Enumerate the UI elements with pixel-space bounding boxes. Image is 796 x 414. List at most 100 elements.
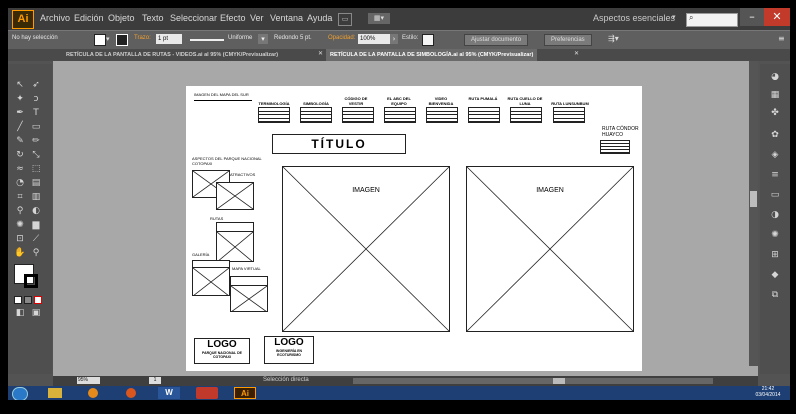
- rectangle-tool-icon[interactable]: ▭: [30, 122, 42, 132]
- graphic-styles-icon[interactable]: ◈: [769, 150, 781, 160]
- stroke-swatch[interactable]: [116, 34, 128, 46]
- type-tool-icon[interactable]: T: [30, 108, 42, 118]
- routes-image-placeholder[interactable]: [216, 222, 254, 262]
- fill-swatch[interactable]: [94, 34, 106, 46]
- layers-panel-icon[interactable]: ◆: [769, 270, 781, 280]
- nav-button-terminologia[interactable]: [258, 107, 290, 123]
- lasso-tool-icon[interactable]: ↄ: [30, 94, 42, 104]
- pen-tool-icon[interactable]: ✒: [14, 108, 26, 118]
- stroke-weight-field[interactable]: 1 pt: [156, 34, 182, 44]
- color-panel-icon[interactable]: ◕: [769, 72, 781, 82]
- eyedropper-tool-icon[interactable]: ⚲: [14, 206, 26, 216]
- close-icon[interactable]: ✕: [318, 50, 323, 57]
- screen-mode-icon[interactable]: ▣: [30, 308, 42, 318]
- preferences-button[interactable]: Preferencias: [544, 34, 592, 46]
- perspective-grid-icon[interactable]: ▤: [30, 178, 42, 188]
- minimize-icon[interactable]: –: [740, 8, 764, 26]
- main-image-placeholder-2[interactable]: IMAGEN: [466, 166, 634, 332]
- close-icon[interactable]: ✕: [574, 50, 579, 57]
- workspace-switcher[interactable]: Aspectos esenciales: [593, 13, 675, 23]
- shape-builder-icon[interactable]: ◔: [14, 178, 26, 188]
- style-swatch[interactable]: [422, 34, 434, 46]
- direct-selection-tool-icon[interactable]: ➶: [30, 80, 42, 90]
- blend-tool-icon[interactable]: ◐: [30, 206, 42, 216]
- scrollbar-thumb[interactable]: [750, 191, 757, 207]
- arrange-documents-icon[interactable]: ▦▾: [368, 13, 390, 24]
- gradient-mode-icon[interactable]: [24, 296, 32, 304]
- color-mode-icon[interactable]: [14, 296, 22, 304]
- nav-button-lunsunbum[interactable]: [553, 107, 585, 123]
- illustrator-taskbar-icon[interactable]: Ai: [234, 387, 256, 399]
- swatches-panel-icon[interactable]: ▦: [769, 90, 781, 100]
- chevron-down-icon[interactable]: ▾: [106, 35, 110, 43]
- align-icon[interactable]: ⇶▾: [608, 34, 619, 43]
- chevron-down-icon[interactable]: ▾: [672, 13, 676, 21]
- paintbrush-tool-icon[interactable]: ✎: [14, 136, 26, 146]
- zoom-tool-icon[interactable]: ⚲: [30, 248, 42, 258]
- slice-tool-icon[interactable]: ⟋: [30, 234, 42, 244]
- chevron-right-icon[interactable]: ›: [390, 34, 398, 44]
- zoom-field[interactable]: 95%: [77, 377, 100, 384]
- attractions-image-placeholder[interactable]: [216, 182, 254, 210]
- canvas-area[interactable]: IMAGEN DEL MAPA DEL SUR TERMINOLOGÍA SIM…: [53, 61, 758, 376]
- hand-tool-icon[interactable]: ✋: [14, 248, 26, 258]
- scale-tool-icon[interactable]: ⤡: [30, 150, 42, 160]
- artboards-panel-icon[interactable]: ⧉: [769, 290, 781, 300]
- free-transform-tool-icon[interactable]: ⬚: [30, 164, 42, 174]
- draw-mode-icon[interactable]: ◧: [14, 308, 26, 318]
- menu-archivo[interactable]: Archivo: [40, 13, 70, 23]
- none-mode-icon[interactable]: [34, 296, 42, 304]
- column-graph-icon[interactable]: ▆: [30, 220, 42, 230]
- symbol-sprayer-icon[interactable]: ✺: [14, 220, 26, 230]
- artboard[interactable]: IMAGEN DEL MAPA DEL SUR TERMINOLOGÍA SIM…: [186, 86, 642, 371]
- menu-objeto[interactable]: Objeto: [108, 13, 135, 23]
- menu-ver[interactable]: Ver: [250, 13, 264, 23]
- presentation-icon[interactable]: [196, 387, 218, 399]
- virtual-map-image-placeholder[interactable]: [230, 276, 268, 312]
- vertical-scrollbar[interactable]: [749, 61, 758, 366]
- gallery-image-placeholder[interactable]: [192, 260, 230, 296]
- align-panel-icon[interactable]: ⊞: [769, 250, 781, 260]
- scrollbar-thumb[interactable]: [553, 378, 565, 384]
- stroke-color-icon[interactable]: [24, 274, 38, 288]
- start-button-icon[interactable]: [12, 387, 28, 400]
- document-setup-button[interactable]: Ajustar documento: [464, 34, 529, 46]
- chevron-down-icon[interactable]: ▾: [258, 34, 268, 44]
- explorer-icon[interactable]: [48, 388, 62, 398]
- line-tool-icon[interactable]: ╱: [14, 122, 26, 132]
- selection-tool-icon[interactable]: ↖: [14, 80, 26, 90]
- artboard-tool-icon[interactable]: ⊡: [14, 234, 26, 244]
- brush-select[interactable]: Redondo 5 pt.: [274, 35, 312, 41]
- symbols-panel-icon[interactable]: ✿: [769, 130, 781, 140]
- word-icon[interactable]: W: [158, 387, 180, 399]
- media-player-icon[interactable]: [88, 388, 98, 398]
- tab-simbologia[interactable]: RETÍCULA DE LA PANTALLA DE SIMBOLOGÍA.ai…: [326, 49, 538, 61]
- brushes-panel-icon[interactable]: ✤: [769, 108, 781, 118]
- gradient-tool-icon[interactable]: ▥: [30, 192, 42, 202]
- panel-menu-icon[interactable]: ≡: [778, 34, 785, 43]
- tab-rutas-videos[interactable]: RETÍCULA DE LA PANTALLA DE RUTAS - VIDEO…: [62, 49, 282, 61]
- menu-ventana[interactable]: Ventana: [270, 13, 303, 23]
- gradient-panel-icon[interactable]: ▭: [769, 190, 781, 200]
- search-input[interactable]: ⌕: [686, 13, 738, 27]
- rotate-tool-icon[interactable]: ↻: [14, 150, 26, 160]
- horizontal-scrollbar[interactable]: [353, 378, 713, 384]
- width-tool-icon[interactable]: ≈: [14, 164, 26, 174]
- close-icon[interactable]: ✕: [764, 8, 790, 26]
- mesh-tool-icon[interactable]: ⌗: [14, 192, 26, 202]
- pencil-tool-icon[interactable]: ✏: [30, 136, 42, 146]
- nav-button-ruta-pumala[interactable]: [468, 107, 500, 123]
- firefox-icon[interactable]: [126, 388, 136, 398]
- profile-select[interactable]: Uniforme: [228, 35, 252, 41]
- main-image-placeholder-1[interactable]: IMAGEN: [282, 166, 450, 332]
- nav-button-abc-equipo[interactable]: [384, 107, 416, 123]
- transparency-panel-icon[interactable]: ◑: [769, 210, 781, 220]
- magic-wand-icon[interactable]: ✦: [14, 94, 26, 104]
- bridge-icon[interactable]: ▭: [338, 13, 352, 26]
- appearance-panel-icon[interactable]: ✺: [769, 230, 781, 240]
- stroke-label[interactable]: Trazo:: [134, 35, 151, 41]
- nav-button-codigo-vestir[interactable]: [342, 107, 374, 123]
- menu-ayuda[interactable]: Ayuda: [307, 13, 332, 23]
- artboard-number-field[interactable]: 1: [149, 377, 161, 384]
- menu-efecto[interactable]: Efecto: [220, 13, 246, 23]
